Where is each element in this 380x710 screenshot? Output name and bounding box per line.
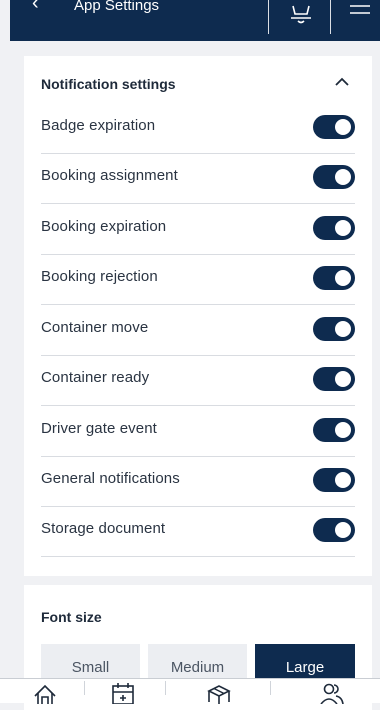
toggle-switch[interactable] — [313, 317, 355, 341]
toggle-switch[interactable] — [313, 468, 355, 492]
toggle-switch[interactable] — [313, 266, 355, 290]
setting-row-booking-rejection: Booking rejection — [41, 254, 355, 305]
toggle-knob — [335, 422, 351, 438]
divider — [268, 0, 269, 34]
setting-row-booking-assignment: Booking assignment — [41, 153, 355, 204]
section-title: Notification settings — [41, 76, 176, 92]
toggle-knob — [335, 371, 351, 387]
menu-icon[interactable] — [348, 0, 374, 24]
bell-icon[interactable] — [288, 0, 314, 24]
home-icon[interactable] — [32, 682, 58, 704]
toggle-knob — [335, 522, 351, 538]
setting-row-driver-gate-event: Driver gate event — [41, 406, 355, 457]
toggle-switch[interactable] — [313, 115, 355, 139]
page-title: App Settings — [74, 0, 160, 14]
setting-label: General notifications — [41, 470, 180, 487]
setting-label: Badge expiration — [41, 117, 156, 134]
notification-settings-card: Notification settings Badge expiration B… — [24, 56, 372, 576]
section-title: Font size — [41, 609, 102, 625]
toggle-knob — [335, 169, 351, 185]
toggle-knob — [335, 220, 351, 236]
setting-row-container-move: Container move — [41, 305, 355, 356]
nav-separator — [84, 681, 85, 695]
setting-row-booking-expiration: Booking expiration — [41, 204, 355, 255]
setting-label: Storage document — [41, 520, 166, 537]
users-icon[interactable] — [318, 682, 346, 704]
setting-row-storage-document: Storage document — [41, 506, 355, 557]
setting-label: Booking rejection — [41, 268, 158, 285]
toggle-knob — [335, 119, 351, 135]
nav-separator — [165, 681, 166, 695]
toggle-switch[interactable] — [313, 367, 355, 391]
calendar-icon[interactable] — [110, 682, 136, 704]
nav-separator — [270, 681, 271, 695]
toggle-switch[interactable] — [313, 165, 355, 189]
setting-row-general-notifications: General notifications — [41, 456, 355, 507]
setting-label: Container move — [41, 319, 149, 336]
setting-label: Booking assignment — [41, 167, 178, 184]
chevron-left-icon[interactable]: ‹ — [32, 0, 39, 13]
box-icon[interactable] — [205, 682, 233, 704]
setting-label: Booking expiration — [41, 218, 167, 235]
toggle-switch[interactable] — [313, 518, 355, 542]
setting-label: Driver gate event — [41, 420, 157, 437]
toggle-switch[interactable] — [313, 418, 355, 442]
setting-row-badge-expiration: Badge expiration — [41, 103, 355, 154]
bottom-navigation — [0, 678, 380, 704]
setting-row-container-ready: Container ready — [41, 355, 355, 406]
toggle-knob — [335, 472, 351, 488]
setting-label: Container ready — [41, 369, 150, 386]
divider — [330, 0, 331, 34]
chevron-up-icon[interactable] — [334, 76, 350, 88]
toggle-knob — [335, 270, 351, 286]
toggle-knob — [335, 321, 351, 337]
toggle-switch[interactable] — [313, 216, 355, 240]
top-app-bar: ‹ App Settings — [10, 0, 380, 41]
